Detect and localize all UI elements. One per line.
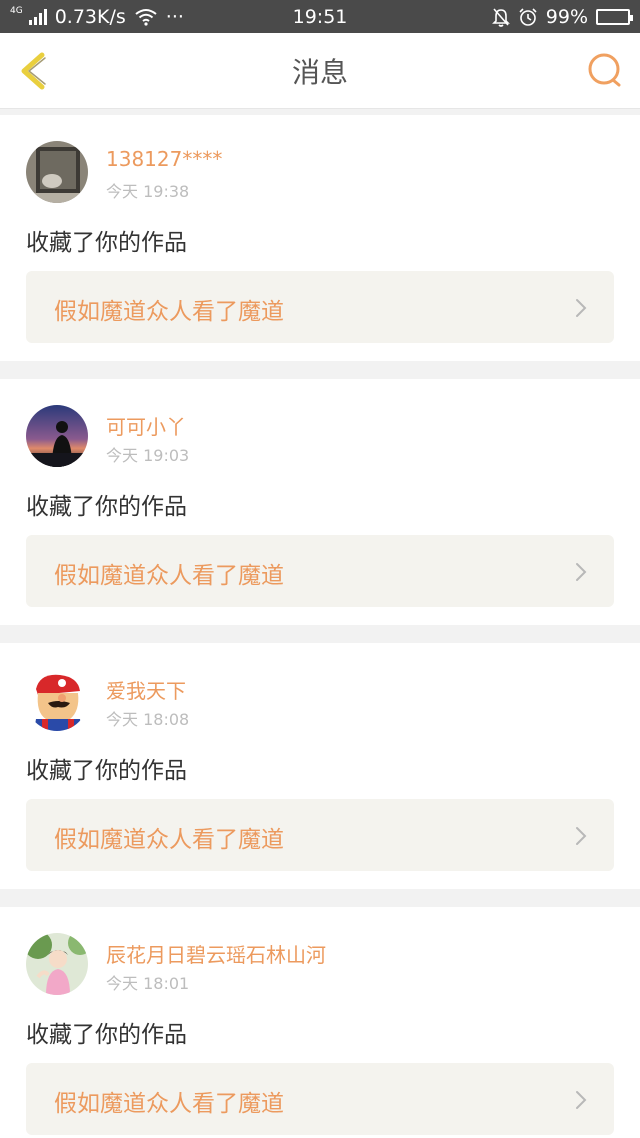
avatar[interactable] bbox=[26, 933, 88, 995]
work-title: 假如魔道众人看了魔道 bbox=[54, 299, 284, 325]
chevron-right-icon bbox=[576, 827, 587, 845]
nav-header: 消息 bbox=[0, 33, 640, 109]
alarm-icon bbox=[519, 7, 537, 26]
work-link[interactable]: 假如魔道众人看了魔道 bbox=[26, 271, 614, 343]
search-icon[interactable] bbox=[586, 51, 626, 91]
network-type-label: 4G bbox=[10, 6, 23, 16]
wifi-icon bbox=[135, 8, 157, 26]
network-speed: 0.73K/s bbox=[54, 5, 126, 28]
action-text: 收藏了你的作品 bbox=[26, 230, 187, 256]
username[interactable]: 可可小丫 bbox=[106, 411, 186, 440]
avatar[interactable] bbox=[26, 141, 88, 203]
work-title: 假如魔道众人看了魔道 bbox=[54, 827, 284, 853]
message-card: 可可小丫 今天 19:03 收藏了你的作品 假如魔道众人看了魔道 bbox=[0, 379, 640, 625]
status-right: 99% bbox=[491, 5, 633, 28]
action-text: 收藏了你的作品 bbox=[26, 494, 187, 520]
chevron-right-icon bbox=[576, 563, 587, 581]
work-title: 假如魔道众人看了魔道 bbox=[54, 1091, 284, 1117]
timestamp: 今天 19:03 bbox=[106, 446, 190, 465]
status-bar: 4G 0.73K/s ··· 19:51 99% bbox=[0, 0, 640, 33]
message-list: 138127**** 今天 19:38 收藏了你的作品 假如魔道众人看了魔道 可… bbox=[0, 115, 640, 1138]
battery-icon bbox=[596, 8, 633, 25]
username[interactable]: 辰花月日碧云瑶石林山河 bbox=[106, 939, 326, 968]
back-button[interactable] bbox=[14, 49, 54, 93]
message-card: 爱我天下 今天 18:08 收藏了你的作品 假如魔道众人看了魔道 bbox=[0, 643, 640, 889]
timestamp: 今天 19:38 bbox=[106, 182, 190, 201]
username[interactable]: 爱我天下 bbox=[106, 675, 186, 704]
work-link[interactable]: 假如魔道众人看了魔道 bbox=[26, 799, 614, 871]
timestamp: 今天 18:08 bbox=[106, 710, 190, 729]
action-text: 收藏了你的作品 bbox=[26, 1022, 187, 1048]
avatar[interactable] bbox=[26, 669, 88, 731]
work-title: 假如魔道众人看了魔道 bbox=[54, 563, 284, 589]
chevron-right-icon bbox=[576, 1091, 587, 1109]
mute-icon bbox=[491, 7, 510, 27]
status-left: 4G 0.73K/s ··· bbox=[10, 6, 184, 28]
signal-icon bbox=[28, 8, 47, 25]
avatar[interactable] bbox=[26, 405, 88, 467]
battery-percent: 99% bbox=[545, 5, 588, 28]
more-dots: ··· bbox=[165, 5, 184, 28]
page-title: 消息 bbox=[291, 55, 348, 89]
message-card: 138127**** 今天 19:38 收藏了你的作品 假如魔道众人看了魔道 bbox=[0, 115, 640, 361]
work-link[interactable]: 假如魔道众人看了魔道 bbox=[26, 535, 614, 607]
chevron-right-icon bbox=[576, 299, 587, 317]
timestamp: 今天 18:01 bbox=[106, 974, 190, 993]
message-card: 辰花月日碧云瑶石林山河 今天 18:01 收藏了你的作品 假如魔道众人看了魔道 bbox=[0, 907, 640, 1138]
work-link[interactable]: 假如魔道众人看了魔道 bbox=[26, 1063, 614, 1135]
action-text: 收藏了你的作品 bbox=[26, 758, 187, 784]
username[interactable]: 138127**** bbox=[106, 147, 222, 171]
